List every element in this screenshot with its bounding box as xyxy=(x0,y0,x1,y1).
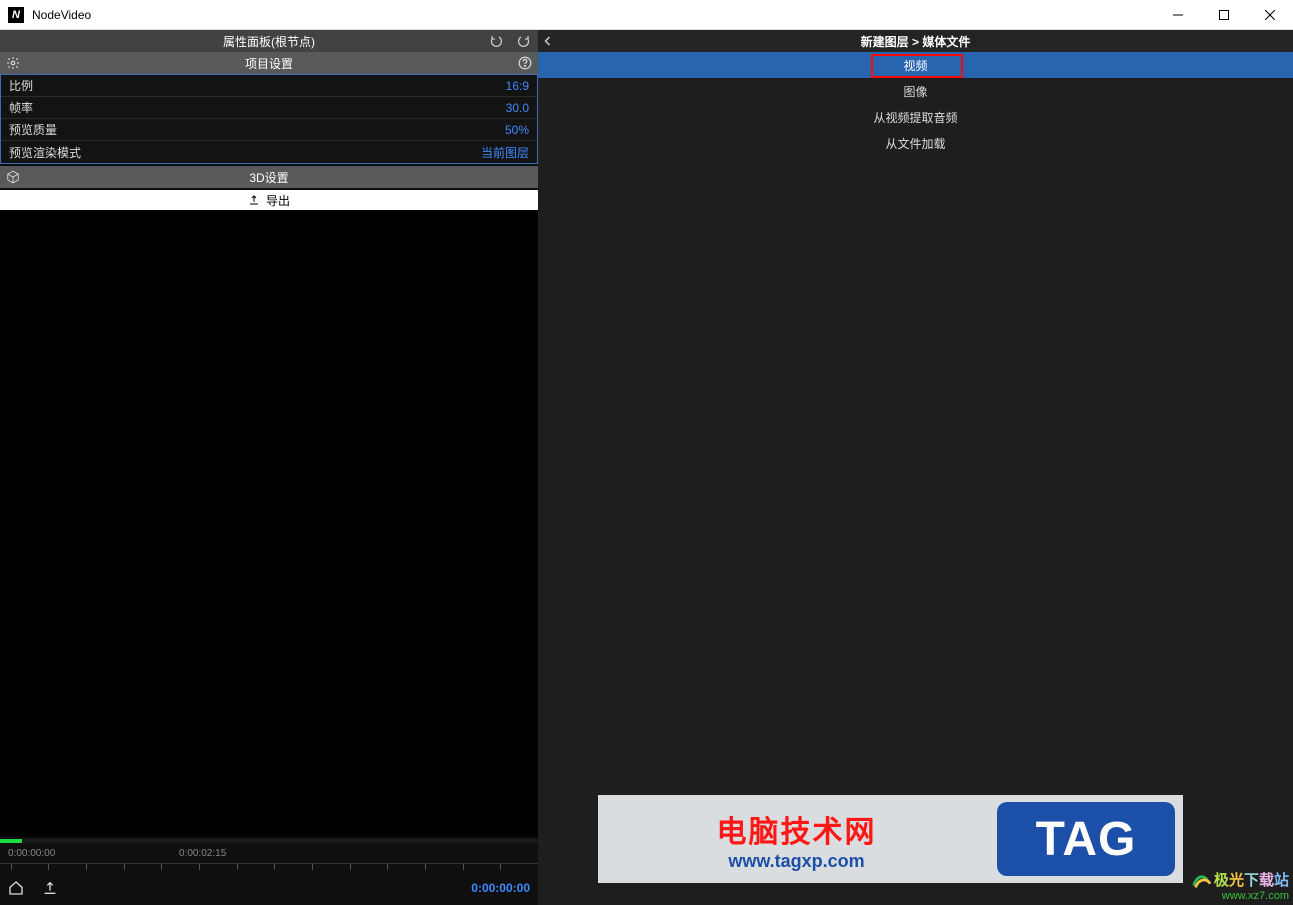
preview-area[interactable] xyxy=(0,210,538,837)
timeline: 0:00:00:00 0:00:02:15 0:00:00:00 xyxy=(0,837,538,905)
export-button[interactable]: 导出 xyxy=(0,190,538,210)
export-label: 导出 xyxy=(266,192,290,209)
3d-settings-section[interactable]: 3D设置 xyxy=(0,166,538,188)
app-body: 属性面板(根节点) 项目设置 比例 16:9 帧率 3 xyxy=(0,30,1293,905)
menu-item-video[interactable]: 视频 xyxy=(538,52,1293,78)
export-icon xyxy=(248,194,260,206)
menu-item-label: 图像 xyxy=(903,83,927,100)
properties-panel-header: 属性面板(根节点) xyxy=(0,30,538,52)
project-settings-section[interactable]: 项目设置 xyxy=(0,52,538,74)
prop-label: 比例 xyxy=(9,77,449,94)
watermark2-url: www.xz7.com xyxy=(1222,891,1289,903)
project-properties: 比例 16:9 帧率 30.0 预览质量 50% 预览渲染模式 当前图层 xyxy=(0,74,538,164)
prop-row-ratio[interactable]: 比例 16:9 xyxy=(1,75,537,97)
timeline-toolbar: 0:00:00:00 xyxy=(0,871,538,905)
timeline-mid-label: 0:00:02:15 xyxy=(179,848,226,859)
prop-label: 帧率 xyxy=(9,99,449,116)
window-title: NodeVideo xyxy=(32,8,91,22)
redo-button[interactable] xyxy=(510,30,538,52)
playhead-time[interactable]: 0:00:00:00 xyxy=(471,881,530,895)
app-icon: N xyxy=(8,7,24,23)
watermark2-text: 极光下载站 xyxy=(1214,873,1289,889)
back-button[interactable] xyxy=(542,35,554,47)
aurora-icon xyxy=(1190,869,1212,891)
menu-item-label: 视频 xyxy=(903,57,927,74)
menu-item-extract-audio[interactable]: 从视频提取音频 xyxy=(538,104,1293,130)
prop-label: 预览质量 xyxy=(9,121,449,138)
watermark-url: www.tagxp.com xyxy=(728,851,864,872)
prop-row-fps[interactable]: 帧率 30.0 xyxy=(1,97,537,119)
menu-item-load-from-file[interactable]: 从文件加载 xyxy=(538,130,1293,156)
menu-item-image[interactable]: 图像 xyxy=(538,78,1293,104)
breadcrumb-bar: 新建图层 > 媒体文件 xyxy=(538,30,1293,52)
watermark-title: 电脑技术网 xyxy=(717,807,877,851)
3d-settings-label: 3D设置 xyxy=(249,169,288,186)
properties-panel-title: 属性面板(根节点) xyxy=(223,33,315,50)
prop-value[interactable]: 30.0 xyxy=(449,101,529,115)
prop-label: 预览渲染模式 xyxy=(9,144,449,161)
undo-button[interactable] xyxy=(482,30,510,52)
prop-row-preview-mode[interactable]: 预览渲染模式 当前图层 xyxy=(1,141,537,163)
watermark-tagxp: 电脑技术网 www.tagxp.com TAG xyxy=(598,795,1183,883)
timeline-ticks xyxy=(0,863,538,871)
cube-icon xyxy=(6,170,20,184)
title-bar: N NodeVideo xyxy=(0,0,1293,30)
menu-item-label: 从文件加载 xyxy=(885,135,945,152)
right-panel: 新建图层 > 媒体文件 视频 图像 从视频提取音频 从文件加载 电脑技术网 ww… xyxy=(538,30,1293,905)
prop-row-preview-quality[interactable]: 预览质量 50% xyxy=(1,119,537,141)
close-button[interactable] xyxy=(1247,0,1293,29)
minimize-button[interactable] xyxy=(1155,0,1201,29)
watermark-tag-badge: TAG xyxy=(997,802,1175,876)
watermark-xz7: 极光下载站 www.xz7.com xyxy=(1190,869,1289,903)
prop-value[interactable]: 16:9 xyxy=(449,79,529,93)
left-panel: 属性面板(根节点) 项目设置 比例 16:9 帧率 3 xyxy=(0,30,538,905)
timeline-track[interactable] xyxy=(0,839,538,843)
maximize-button[interactable] xyxy=(1201,0,1247,29)
timeline-start-label: 0:00:00:00 xyxy=(8,848,55,859)
prop-value[interactable]: 当前图层 xyxy=(449,144,529,161)
share-button[interactable] xyxy=(42,880,58,896)
menu-item-label: 从视频提取音频 xyxy=(873,109,957,126)
timeline-ruler[interactable]: 0:00:00:00 0:00:02:15 xyxy=(0,843,538,863)
breadcrumb-text: 新建图层 > 媒体文件 xyxy=(861,33,971,50)
home-button[interactable] xyxy=(8,880,24,896)
project-settings-label: 项目设置 xyxy=(245,55,293,72)
timeline-progress xyxy=(0,839,22,843)
prop-value[interactable]: 50% xyxy=(449,123,529,137)
help-icon[interactable] xyxy=(518,56,532,70)
gear-icon xyxy=(6,56,20,70)
window-controls xyxy=(1155,0,1293,29)
